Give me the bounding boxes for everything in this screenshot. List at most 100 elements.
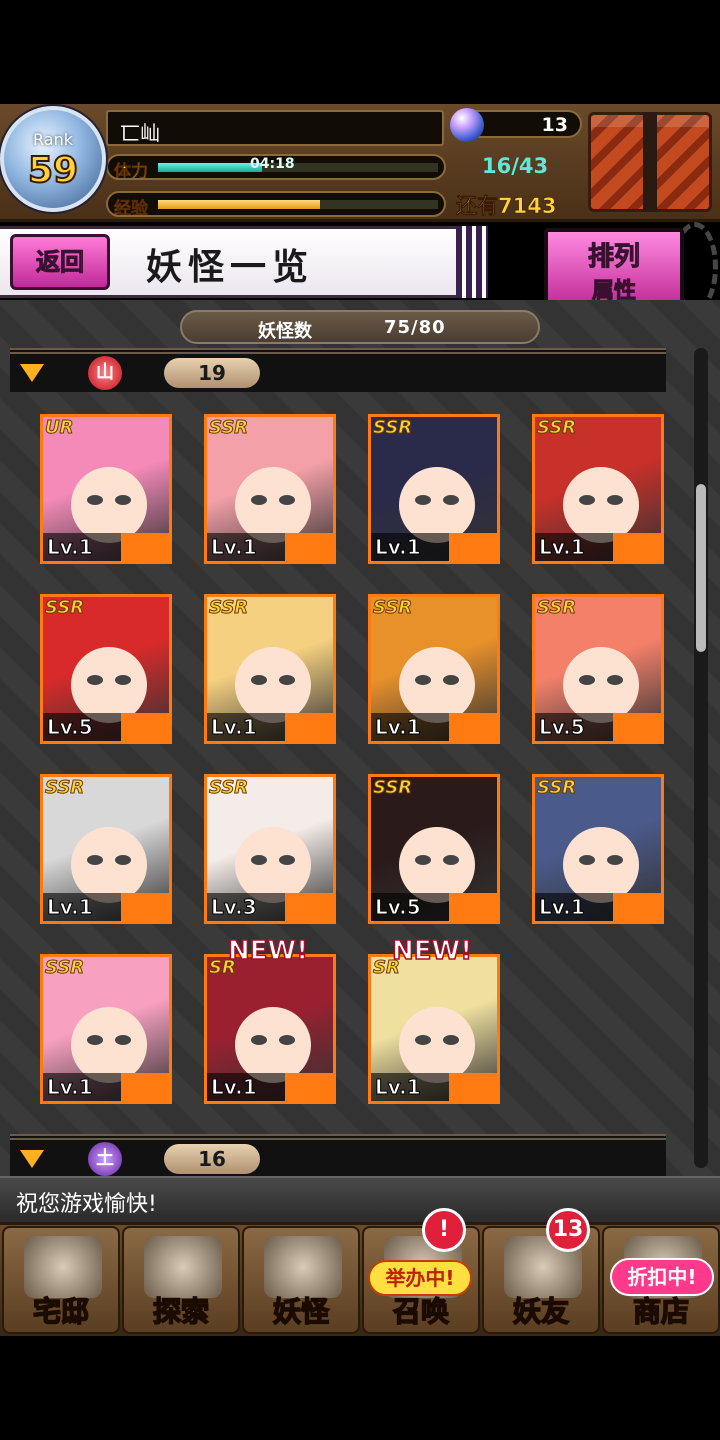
- stamina-label: 体力: [114, 162, 149, 180]
- nav-magnifier-map-button[interactable]: 探索: [122, 1226, 240, 1334]
- portrait-face: [235, 827, 311, 903]
- yokai-card[interactable]: SR Lv.1: [204, 954, 336, 1104]
- level-bar: Lv.1: [43, 1073, 169, 1101]
- yokai-card[interactable]: SSR Lv.3: [204, 774, 336, 924]
- rarity-badge: SSR: [372, 777, 413, 799]
- yokai-card[interactable]: SSR Lv.1: [204, 594, 336, 744]
- yokai-card[interactable]: SR Lv.1: [368, 954, 500, 1104]
- message-bar: 祝您游戏愉快!: [0, 1176, 720, 1222]
- yokai-count: 妖怪数 75/80: [180, 310, 540, 344]
- level-bar: Lv.1: [43, 533, 169, 561]
- rarity-badge: SSR: [536, 597, 577, 619]
- portrait-eye: [607, 675, 623, 685]
- orb-count: 13: [541, 114, 568, 136]
- rarity-badge: SSR: [372, 417, 413, 439]
- attribute-group-earth[interactable]: 土 16: [10, 1134, 666, 1178]
- portrait-face: [71, 467, 147, 543]
- level-label: Lv.1: [211, 1075, 258, 1100]
- portrait-face: [399, 467, 475, 543]
- sort-button[interactable]: 排列 属性: [544, 228, 684, 310]
- rank-badge[interactable]: Rank 59: [0, 106, 106, 212]
- level-label: Lv.1: [375, 715, 422, 740]
- nav-scroll-button[interactable]: 妖怪: [242, 1226, 360, 1334]
- portrait-face: [235, 1007, 311, 1083]
- yokai-card[interactable]: SSR Lv.1: [40, 954, 172, 1104]
- level-label: Lv.1: [47, 1075, 94, 1100]
- fire-attribute-icon: 山: [88, 356, 122, 390]
- portrait-face: [563, 467, 639, 543]
- yokai-card[interactable]: SSR Lv.5: [40, 594, 172, 744]
- portrait-eye: [279, 675, 295, 685]
- rarity-badge: SSR: [208, 777, 249, 799]
- level-label: Lv.1: [539, 895, 586, 920]
- rarity-badge: SSR: [536, 417, 577, 439]
- treasure-chest-icon[interactable]: [588, 112, 712, 212]
- nav-mansion-button[interactable]: 宅邸: [2, 1226, 120, 1334]
- portrait-face: [235, 647, 311, 723]
- level-bar: Lv.1: [43, 893, 169, 921]
- yokai-card[interactable]: SSR Lv.1: [532, 774, 664, 924]
- level-bar: Lv.1: [535, 533, 661, 561]
- level-bar: Lv.1: [207, 713, 333, 741]
- portrait-eye: [579, 495, 595, 505]
- level-label: Lv.5: [375, 895, 422, 920]
- exp-bar: 经验: [106, 191, 446, 217]
- portrait-face: [563, 647, 639, 723]
- portrait-eye: [87, 495, 103, 505]
- level-label: Lv.1: [47, 895, 94, 920]
- player-name: 匸屾: [106, 110, 444, 146]
- level-bar: Lv.1: [371, 1073, 497, 1101]
- back-button[interactable]: 返回: [10, 234, 110, 290]
- portrait-eye: [607, 855, 623, 865]
- yokai-card[interactable]: SSR Lv.1: [368, 594, 500, 744]
- orb-counter[interactable]: 13: [450, 108, 582, 142]
- portrait-face: [563, 827, 639, 903]
- portrait-eye: [443, 675, 459, 685]
- yokai-card[interactable]: SSR Lv.5: [532, 594, 664, 744]
- stamina-value: 16/43: [482, 154, 549, 178]
- yokai-count-label: 妖怪数: [258, 321, 312, 342]
- level-label: Lv.5: [539, 715, 586, 740]
- welcome-message: 祝您游戏愉快!: [16, 1192, 157, 1217]
- rarity-badge: SSR: [208, 417, 249, 439]
- portrait-eye: [251, 675, 267, 685]
- system-status-bar: [0, 0, 720, 104]
- yokai-card[interactable]: SSR Lv.1: [532, 414, 664, 564]
- system-nav-area: [0, 1338, 720, 1440]
- scrollbar-thumb[interactable]: [696, 484, 706, 652]
- portrait-eye: [443, 1035, 459, 1045]
- level-label: Lv.1: [211, 715, 258, 740]
- collapse-arrow-icon: [20, 1150, 44, 1168]
- portrait-face: [399, 647, 475, 723]
- new-badge: NEW!: [391, 935, 473, 967]
- portrait-eye: [279, 855, 295, 865]
- portrait-eye: [579, 675, 595, 685]
- rarity-badge: SSR: [44, 777, 85, 799]
- yokai-card[interactable]: SSR Lv.1: [368, 414, 500, 564]
- friend-count-badge: 13: [546, 1208, 590, 1252]
- level-bar: Lv.5: [535, 713, 661, 741]
- level-bar: Lv.5: [371, 893, 497, 921]
- level-label: Lv.3: [211, 895, 258, 920]
- yokai-card[interactable]: UR Lv.1: [40, 414, 172, 564]
- level-bar: Lv.5: [43, 713, 169, 741]
- portrait-eye: [279, 1035, 295, 1045]
- summon-event-tag: 举办中!: [368, 1260, 472, 1296]
- rarity-badge: UR: [44, 417, 74, 439]
- nav-label: 宅邸: [32, 1294, 90, 1329]
- level-bar: Lv.1: [371, 533, 497, 561]
- sort-label: 排列: [587, 242, 640, 273]
- attribute-group-fire[interactable]: 山 19: [10, 348, 666, 392]
- group-count: 19: [164, 358, 260, 388]
- portrait-eye: [607, 495, 623, 505]
- mansion-icon: [24, 1236, 102, 1298]
- yokai-card[interactable]: SSR Lv.5: [368, 774, 500, 924]
- yokai-card[interactable]: SSR Lv.1: [40, 774, 172, 924]
- shop-sale-tag: 折扣中!: [610, 1258, 714, 1296]
- portrait-face: [71, 827, 147, 903]
- yokai-card[interactable]: SSR Lv.1: [204, 414, 336, 564]
- group-count: 16: [164, 1144, 260, 1174]
- yokai-count-value: 75/80: [384, 317, 446, 338]
- level-label: Lv.5: [47, 715, 94, 740]
- scrollbar-track[interactable]: [694, 348, 708, 1168]
